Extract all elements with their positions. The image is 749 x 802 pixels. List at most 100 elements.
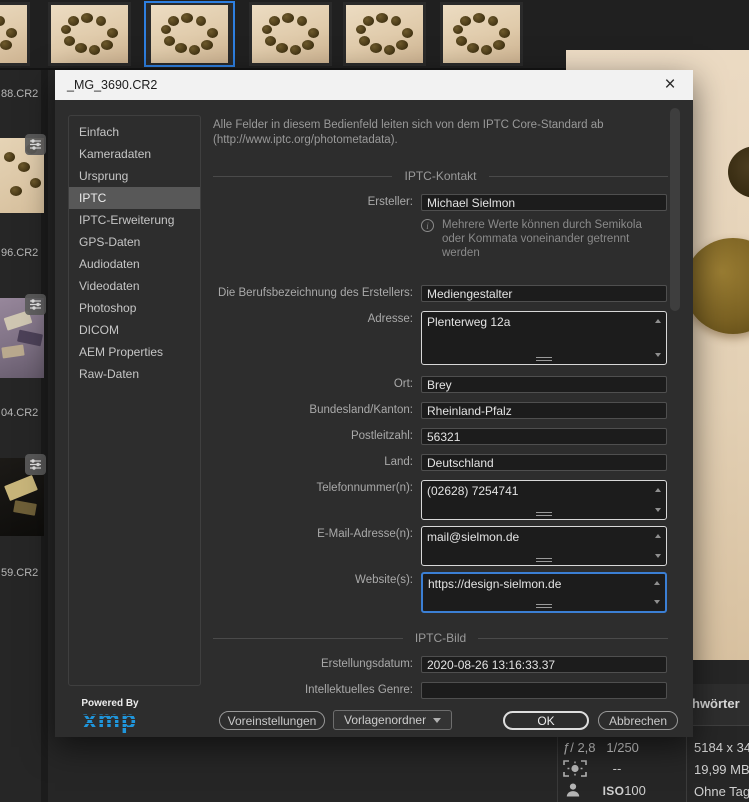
- resize-grip[interactable]: [536, 558, 552, 562]
- chevron-down-icon: [433, 717, 442, 723]
- file-size: 19,99 MB: [694, 762, 749, 777]
- file-name: 88.CR2: [1, 88, 39, 100]
- thumbnail[interactable]: [343, 2, 426, 66]
- adresse-textarea[interactable]: Plenterweg 12a: [421, 311, 667, 365]
- coin-photo-thumb: [252, 5, 329, 63]
- field-row-adresse: Adresse: Plenterweg 12a: [213, 311, 668, 365]
- ersteller-input[interactable]: [421, 194, 667, 211]
- sidebar-item-videodaten[interactable]: Videodaten: [69, 275, 200, 297]
- section-header-iptc-bild: IPTC-Bild: [213, 631, 668, 645]
- field-row-postleitzahl: Postleitzahl:: [213, 428, 668, 445]
- close-icon[interactable]: ×: [659, 74, 681, 96]
- thumbnail-selected[interactable]: [144, 1, 235, 67]
- coin-image: [684, 238, 749, 334]
- sidebar-item-iptc[interactable]: IPTC: [69, 187, 200, 209]
- field-label: Land:: [384, 456, 413, 468]
- website-textarea-focused[interactable]: https://design-sielmon.de: [421, 572, 667, 613]
- section-header-iptc-kontakt: IPTC-Kontakt: [213, 169, 668, 183]
- coin-photo-thumb: [443, 5, 520, 63]
- voreinstellungen-button[interactable]: Voreinstellungen: [219, 711, 325, 730]
- coin-photo-thumb: [346, 5, 423, 63]
- hint-text: Mehrere Werte können durch Semikola oder…: [442, 219, 642, 259]
- spinner-down-icon[interactable]: [654, 600, 660, 604]
- dialog-footer: Powered By xmp Voreinstellungen Vorlagen…: [55, 681, 693, 737]
- field-label: Adresse:: [367, 313, 413, 325]
- shutter-value: 1/250: [606, 740, 639, 755]
- bundesland-input[interactable]: [421, 402, 667, 419]
- thumbnail[interactable]: [249, 2, 332, 66]
- multi-value-hint: i Mehrere Werte können durch Semikola od…: [421, 218, 661, 260]
- metering-mode-icon: [563, 760, 587, 780]
- sidebar-item-kameradaten[interactable]: Kameradaten: [69, 143, 200, 165]
- spinner-up-icon[interactable]: [655, 534, 661, 538]
- spinner-down-icon[interactable]: [655, 508, 661, 512]
- sidebar-item-audiodaten[interactable]: Audiodaten: [69, 253, 200, 275]
- adjustments-badge-icon: [25, 454, 46, 475]
- abbrechen-button[interactable]: Abbrechen: [598, 711, 678, 730]
- sidebar-item-dicom[interactable]: DICOM: [69, 319, 200, 341]
- sidebar-item-einfach[interactable]: Einfach: [69, 121, 200, 143]
- adjustments-badge-icon: [25, 134, 46, 155]
- telefonnummer-textarea[interactable]: (02628) 7254741: [421, 480, 667, 520]
- sidebar-item-photoshop[interactable]: Photoshop: [69, 297, 200, 319]
- field-row-land: Land:: [213, 454, 668, 471]
- land-input[interactable]: [421, 454, 667, 471]
- field-label: Bundesland/Kanton:: [309, 404, 413, 416]
- spinner-up-icon[interactable]: [654, 581, 660, 585]
- thumbnail[interactable]: [0, 134, 46, 213]
- metadata-dialog: _MG_3690.CR2 × Einfach Kameradaten Urspr…: [55, 70, 693, 737]
- spinner-up-icon[interactable]: [655, 319, 661, 323]
- bridge-window: 88.CR2 96.CR2 04.CR2 59.CR2 hwörter ƒ/ 2…: [0, 0, 749, 802]
- info-icon: i: [421, 219, 434, 232]
- field-row-ort: Ort:: [213, 376, 668, 393]
- field-row-telefon: Telefonnummer(n): (02628) 7254741: [213, 480, 668, 520]
- resize-grip[interactable]: [536, 357, 552, 361]
- field-row-ersteller: Ersteller:: [213, 194, 668, 211]
- dialog-body: Einfach Kameradaten Ursprung IPTC IPTC-E…: [55, 100, 693, 737]
- coin-photo-thumb: [0, 5, 27, 63]
- person-icon: [565, 782, 581, 801]
- ok-button[interactable]: OK: [503, 711, 589, 730]
- coin-photo-thumb: [51, 5, 128, 63]
- thumbnail[interactable]: [440, 2, 523, 66]
- thumbnail[interactable]: [48, 2, 131, 66]
- file-tags: Ohne Tag: [694, 784, 749, 799]
- vorlagenordner-dropdown[interactable]: Vorlagenordner: [333, 710, 453, 730]
- field-label: Postleitzahl:: [350, 430, 413, 442]
- iso-value: 100: [624, 782, 646, 798]
- spinner-up-icon[interactable]: [655, 488, 661, 492]
- erstellungsdatum-input[interactable]: [421, 656, 667, 673]
- field-row-website: Website(s): https://design-sielmon.de: [213, 572, 668, 613]
- file-name: 96.CR2: [1, 247, 39, 259]
- thumbnail[interactable]: [0, 294, 46, 378]
- berufsbezeichnung-input[interactable]: [421, 285, 667, 302]
- thumbnail[interactable]: [0, 454, 46, 536]
- sidebar-item-raw-daten[interactable]: Raw-Daten: [69, 363, 200, 385]
- scrollbar-thumb[interactable]: [670, 108, 680, 311]
- sidebar-item-gps-daten[interactable]: GPS-Daten: [69, 231, 200, 253]
- spinner-down-icon[interactable]: [655, 353, 661, 357]
- postleitzahl-input[interactable]: [421, 428, 667, 445]
- field-label: E-Mail-Adresse(n):: [317, 528, 413, 540]
- sidebar-item-iptc-erweiterung[interactable]: IPTC-Erweiterung: [69, 209, 200, 231]
- file-name: 04.CR2: [1, 407, 39, 419]
- resize-grip[interactable]: [536, 512, 552, 516]
- exposure-row: ƒ/ 2,8 1/250: [563, 740, 639, 755]
- tab-stichwoerter[interactable]: hwörter: [692, 696, 740, 711]
- aperture-value: ƒ/ 2,8: [563, 740, 596, 755]
- panel-description: Alle Felder in diesem Bedienfeld leiten …: [213, 119, 604, 146]
- coin-photo-thumb: [151, 5, 228, 63]
- ort-input[interactable]: [421, 376, 667, 393]
- field-label: Die Berufsbezeichnung des Erstellers:: [218, 287, 413, 299]
- iptc-form: Alle Felder in diesem Bedienfeld leiten …: [213, 118, 668, 699]
- file-name: 59.CR2: [1, 567, 39, 579]
- thumbnail[interactable]: [0, 2, 30, 66]
- resize-grip[interactable]: [536, 604, 552, 608]
- metadata-category-list: Einfach Kameradaten Ursprung IPTC IPTC-E…: [68, 115, 201, 686]
- spinner-down-icon[interactable]: [655, 554, 661, 558]
- sidebar-item-ursprung[interactable]: Ursprung: [69, 165, 200, 187]
- email-textarea[interactable]: mail@sielmon.de: [421, 526, 667, 566]
- xmp-logo: Powered By xmp: [69, 698, 151, 733]
- sidebar-item-aem-properties[interactable]: AEM Properties: [69, 341, 200, 363]
- adjustments-badge-icon: [25, 294, 46, 315]
